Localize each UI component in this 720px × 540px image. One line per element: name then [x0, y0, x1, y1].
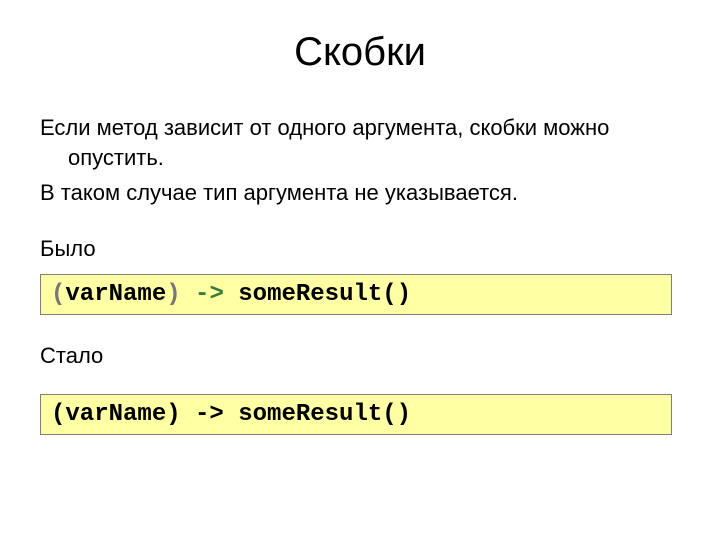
paragraph-1: Если метод зависит от одного аргумента, … — [40, 113, 680, 172]
code-close-paren: ) — [166, 281, 180, 308]
code-box-before: (varName) -> someResult() — [40, 274, 672, 315]
code-box-after: (varName) -> someResult() — [40, 394, 672, 435]
slide: Скобки Если метод зависит от одного аргу… — [0, 0, 720, 540]
code-full: (varName) -> someResult() — [51, 401, 411, 428]
label-before: Было — [40, 234, 680, 264]
slide-title: Скобки — [40, 30, 680, 75]
label-after: Стало — [40, 341, 680, 371]
code-space — [181, 281, 195, 308]
code-open-paren: ( — [51, 281, 65, 308]
paragraph-2: В таком случае тип аргумента не указывае… — [40, 178, 680, 208]
code-space2 — [224, 281, 238, 308]
code-call: someResult() — [238, 281, 411, 308]
code-arrow: -> — [195, 281, 224, 308]
code-varname: varName — [65, 281, 166, 308]
